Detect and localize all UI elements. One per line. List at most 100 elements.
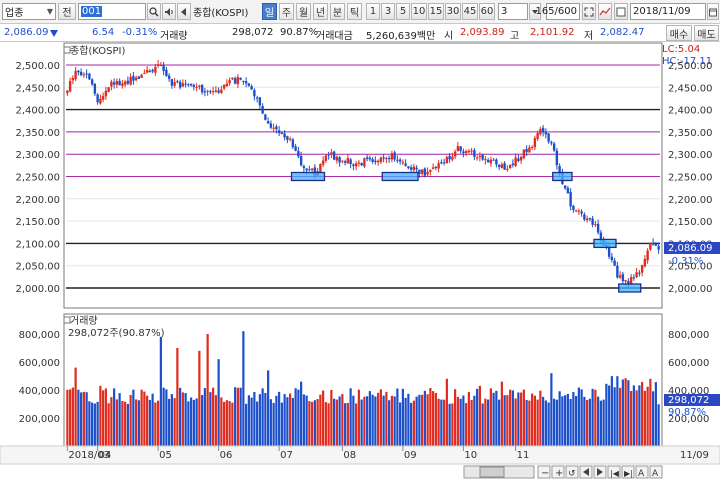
volume-bar: [492, 392, 495, 446]
step-60-button[interactable]: 60: [479, 3, 495, 20]
candle-body: [404, 163, 407, 166]
calendar-icon: [709, 8, 717, 16]
step-5-button[interactable]: 5: [396, 3, 410, 20]
quote-bar: 2,086.09 6.54 -0.31% 거래량 298,072 90.87% …: [0, 24, 720, 42]
volume-bar: [225, 400, 228, 446]
buy-button[interactable]: 매수: [666, 25, 692, 41]
candle-body: [497, 164, 501, 167]
candle-body: [90, 79, 94, 85]
time-tick-label: 04: [99, 450, 112, 461]
candle-body: [495, 159, 498, 165]
candle-body: [544, 131, 548, 135]
step-10-button[interactable]: 10: [411, 3, 427, 20]
step-45-button[interactable]: 45: [462, 3, 478, 20]
all-code-button[interactable]: 전: [58, 3, 76, 20]
candle-body: [401, 162, 405, 164]
step-3-button[interactable]: 3: [381, 3, 395, 20]
volume-bar: [520, 392, 523, 446]
price-tick-label-left: 2,250.00: [15, 173, 60, 184]
calendar-button[interactable]: [707, 3, 719, 20]
step-30-button[interactable]: 30: [445, 3, 461, 20]
volume-bar: [539, 390, 542, 446]
code-input[interactable]: 001: [78, 3, 146, 20]
volume-bar: [165, 389, 168, 446]
volume-bar: [366, 396, 369, 446]
volume-bar: [173, 398, 176, 446]
price-tick-label-right: 2,250.00: [668, 173, 713, 184]
volume-bar: [641, 381, 644, 446]
volume-bar: [583, 396, 586, 446]
volume-bar: [525, 399, 528, 446]
candle-body: [547, 133, 550, 142]
date-field[interactable]: 2018/11/09: [630, 3, 706, 20]
candle-body: [129, 76, 132, 85]
candle-body: [517, 158, 520, 161]
candle-body: [324, 155, 328, 161]
checkbox-toggle[interactable]: [614, 3, 628, 20]
candle-body: [242, 80, 245, 82]
candle-body: [258, 97, 262, 106]
search-button[interactable]: [147, 3, 161, 20]
period-minute-button[interactable]: 분: [330, 3, 345, 20]
volume-bar: [377, 392, 380, 446]
volume-tick-label-right: 600,000: [668, 358, 709, 369]
sell-button[interactable]: 매도: [694, 25, 719, 41]
volume-tick-label-left: 200,000: [19, 414, 60, 425]
candle-body: [222, 85, 226, 89]
candle-body: [338, 157, 341, 163]
volume-bar: [649, 378, 652, 446]
period-week-button[interactable]: 주: [279, 3, 294, 20]
price-chart-toggle[interactable]: [63, 46, 71, 54]
prev-item-button[interactable]: [177, 3, 191, 20]
price-tick-label-left: 2,150.00: [15, 217, 60, 228]
lc-label: LC:5.04: [662, 44, 700, 55]
time-tick-label: 06: [220, 450, 233, 461]
volume-chart-toggle[interactable]: [63, 316, 71, 324]
scrollbar-thumb[interactable]: [479, 466, 505, 478]
candle-body: [209, 91, 212, 93]
volume-bar: [77, 389, 80, 446]
volume-bar: [333, 398, 336, 446]
item-name: 종합(KOSPI): [193, 8, 249, 19]
candle-body: [552, 143, 556, 151]
chart-type-button[interactable]: [598, 3, 612, 20]
time-tick-label: 11: [517, 450, 530, 461]
candle-body: [85, 73, 88, 75]
candle-body: [200, 84, 204, 93]
candle-body: [107, 87, 110, 92]
reset-icon: ↺: [568, 469, 576, 479]
market-select[interactable]: 업종 ▼: [2, 3, 56, 20]
step-15-button[interactable]: 15: [428, 3, 444, 20]
candle-body: [651, 242, 655, 245]
period-tick-button[interactable]: 틱: [347, 3, 362, 20]
count-field[interactable]: 165/600: [535, 3, 580, 20]
candle-body: [528, 147, 531, 153]
candle-body: [239, 77, 242, 80]
volume-bar: [478, 385, 481, 446]
time-tick-label: 09: [404, 450, 417, 461]
volume-bar: [121, 400, 124, 446]
period-day-button[interactable]: 일: [262, 3, 277, 20]
candle-body: [327, 154, 330, 156]
line-chart-icon: [599, 7, 611, 15]
volume-bar: [159, 336, 162, 446]
step-1-button[interactable]: 1: [366, 3, 380, 20]
candle-body: [580, 211, 583, 214]
sound-button[interactable]: [162, 3, 176, 20]
candle-body: [646, 250, 649, 261]
period-month-button[interactable]: 월: [296, 3, 311, 20]
volume-bar: [586, 400, 589, 446]
period-year-button[interactable]: 년: [313, 3, 328, 20]
volume-bar: [484, 398, 487, 446]
candle-body: [522, 149, 526, 159]
fullscreen-button[interactable]: [582, 3, 596, 20]
candle-body: [632, 277, 636, 279]
volume-bar: [148, 399, 151, 446]
volume-bar: [344, 403, 347, 446]
candle-body: [519, 156, 523, 161]
volume-bar: [302, 394, 305, 446]
volume-bar: [473, 395, 476, 446]
candle-body: [189, 83, 193, 86]
volume-bar: [132, 389, 135, 446]
step-select[interactable]: 3: [498, 3, 528, 20]
